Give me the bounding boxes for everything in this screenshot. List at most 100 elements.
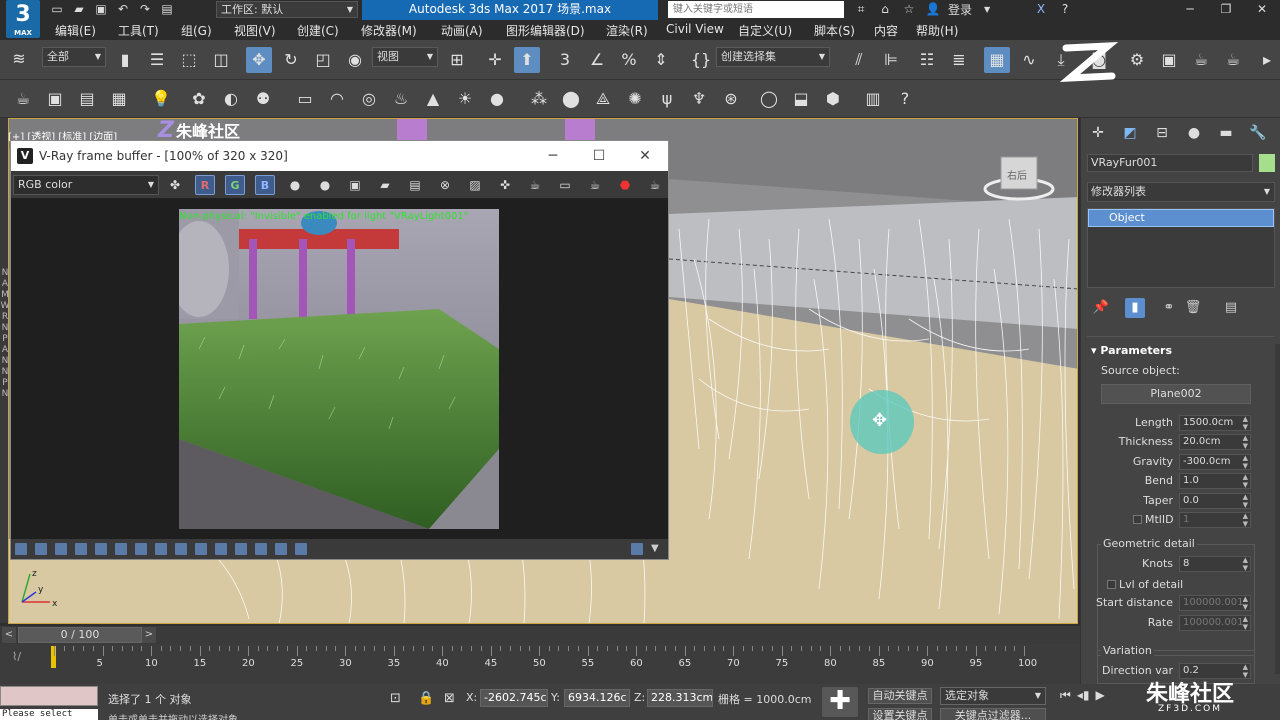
- green-channel-button[interactable]: G: [225, 175, 245, 195]
- maxscript-output[interactable]: Please select: [0, 709, 98, 720]
- stamp-icon[interactable]: [295, 543, 307, 555]
- key-mode-dropdown[interactable]: 选定对象 ▼: [940, 687, 1046, 705]
- vray-material-sphere-icon[interactable]: ◯: [756, 86, 782, 112]
- vfb-title-bar[interactable]: V V-Ray frame buffer - [100% of 320 x 32…: [11, 141, 668, 171]
- named-selection-set-dropdown[interactable]: 创建选择集 ▼: [716, 47, 830, 67]
- window-crossing-icon[interactable]: ◫: [208, 47, 234, 73]
- project-folder-icon[interactable]: ▤: [158, 1, 176, 18]
- ocio-icon[interactable]: [195, 543, 207, 555]
- menu-item-civil-view[interactable]: Civil View: [666, 22, 724, 36]
- curve-editor-icon[interactable]: ∿: [1016, 47, 1042, 73]
- menu-item-content[interactable]: 内容: [874, 22, 898, 39]
- configure-modifier-sets-icon[interactable]: ▤: [1221, 298, 1241, 318]
- chevron-down-icon[interactable]: ▼: [978, 1, 996, 18]
- play-icon[interactable]: ▶: [1095, 688, 1104, 703]
- region-render-icon[interactable]: ☕: [525, 175, 545, 195]
- vray-render-icon[interactable]: ☕: [10, 86, 36, 112]
- maxscript-listener[interactable]: [0, 686, 98, 706]
- vray-ies-light-icon[interactable]: ♨: [388, 86, 414, 112]
- vray-dome-light-icon[interactable]: ◠: [324, 86, 350, 112]
- pivot-center-icon[interactable]: ⊞: [444, 47, 470, 73]
- prev-frame-icon[interactable]: <: [2, 627, 16, 643]
- rectangular-selection-icon[interactable]: ⬚: [176, 47, 202, 73]
- gravity-spinner[interactable]: -300.0cm ▲ ▼: [1179, 454, 1251, 470]
- vray-displacement-icon[interactable]: ⊛: [718, 86, 744, 112]
- length-spinner[interactable]: 1500.0cm ▲ ▼: [1179, 415, 1251, 431]
- subscription-icon[interactable]: ⌂: [876, 1, 894, 18]
- time-slider-thumb[interactable]: 0 / 100: [18, 627, 142, 643]
- x-coord-field[interactable]: -2602.745c: [480, 689, 548, 707]
- search-input[interactable]: 键入关键字或短语: [668, 1, 844, 18]
- vray-hair-farm-icon[interactable]: ♆: [686, 86, 712, 112]
- y-coord-field[interactable]: 6934.126c: [564, 689, 630, 707]
- menu-item-animation[interactable]: 动画(A): [441, 22, 483, 39]
- lens-effects-icon[interactable]: [215, 543, 227, 555]
- vray-clipper-icon[interactable]: ⟁: [590, 86, 616, 112]
- h-icon[interactable]: [255, 543, 267, 555]
- vray-bitmap-converter-icon[interactable]: ▥: [860, 86, 886, 112]
- toolbar-more-icon[interactable]: ▸: [1254, 47, 1280, 73]
- minimize-icon[interactable]: ─: [530, 141, 576, 171]
- mirror-icon[interactable]: ⫽: [846, 47, 872, 73]
- monochrome-icon[interactable]: ●: [315, 175, 335, 195]
- new-file-icon[interactable]: ▭: [48, 1, 66, 18]
- spinner-snap-icon[interactable]: ⇕: [648, 47, 674, 73]
- knots-spinner[interactable]: 8 ▲ ▼: [1179, 556, 1251, 572]
- pin-stack-icon[interactable]: 📌: [1091, 298, 1111, 318]
- binoculars-icon[interactable]: ⌗: [852, 1, 870, 18]
- vray-sphere-fade-icon[interactable]: ⬤: [558, 86, 584, 112]
- undo-icon[interactable]: ↶: [114, 1, 132, 18]
- exposure-icon[interactable]: [75, 543, 87, 555]
- vray-plane-light-icon[interactable]: ▭: [292, 86, 318, 112]
- menu-item-create[interactable]: 创建(C): [297, 22, 339, 39]
- menu-item-scripting[interactable]: 脚本(S): [814, 22, 855, 39]
- auto-key-button[interactable]: 自动关键点: [868, 688, 932, 704]
- select-and-rotate-icon[interactable]: ↻: [278, 47, 304, 73]
- make-unique-icon[interactable]: ⚭: [1159, 298, 1179, 318]
- select-by-name-icon[interactable]: ☰: [144, 47, 170, 73]
- maximize-icon[interactable]: ☐: [576, 141, 622, 171]
- close-icon[interactable]: ✕: [622, 141, 668, 171]
- remove-modifier-icon[interactable]: 🗑: [1183, 298, 1203, 318]
- start-distance-spinner[interactable]: 100000.001 ▲ ▼: [1179, 595, 1251, 611]
- white-balance-icon[interactable]: [95, 543, 107, 555]
- vray-sun-icon[interactable]: ☀: [452, 86, 478, 112]
- save-image-icon[interactable]: ▣: [345, 175, 365, 195]
- object-name-field[interactable]: VRayFur001: [1087, 154, 1253, 172]
- parameters-rollout-header[interactable]: ▾ Parameters: [1087, 344, 1269, 357]
- render-canvas[interactable]: Non-physical: "Invisible" enabled for li…: [11, 199, 668, 539]
- expand-panel-icon[interactable]: [631, 543, 643, 555]
- display-colors-icon[interactable]: [35, 543, 47, 555]
- tab-modify[interactable]: ◩: [1119, 122, 1141, 144]
- menu-item-views[interactable]: 视图(V): [234, 22, 276, 39]
- scene-explorer-icon[interactable]: ☷: [914, 47, 940, 73]
- menu-item-customize[interactable]: 自定义(U): [738, 22, 792, 39]
- rendered-frame-window-icon[interactable]: ▣: [1156, 47, 1182, 73]
- vray-help-icon[interactable]: ?: [892, 86, 918, 112]
- mtlid-checkbox[interactable]: [1133, 515, 1142, 524]
- render-icon[interactable]: ☕: [645, 175, 665, 195]
- vray-mesh-export-icon[interactable]: ⁂: [526, 86, 552, 112]
- isolate-selection-icon[interactable]: ⊡: [390, 691, 401, 706]
- tab-hierarchy[interactable]: ⊟: [1151, 122, 1173, 144]
- exchange-icon[interactable]: X: [1032, 1, 1050, 18]
- menu-item-tools[interactable]: 工具(T): [118, 22, 159, 39]
- vray-volume-grid-icon[interactable]: ✺: [622, 86, 648, 112]
- next-frame-icon[interactable]: >: [142, 627, 156, 643]
- vray-camera-icon[interactable]: ◐: [218, 86, 244, 112]
- red-channel-button[interactable]: R: [195, 175, 215, 195]
- menu-item-help[interactable]: 帮助(H): [916, 22, 958, 39]
- vray-spot-light-icon[interactable]: ▲: [420, 86, 446, 112]
- select-and-scale-icon[interactable]: ◰: [310, 47, 336, 73]
- go-to-start-icon[interactable]: ⏮: [1060, 688, 1071, 703]
- blue-channel-button[interactable]: B: [255, 175, 275, 195]
- close-icon[interactable]: ✕: [1244, 0, 1280, 20]
- open-folder-icon[interactable]: ▰: [70, 1, 88, 18]
- thickness-spinner[interactable]: 20.0cm ▲ ▼: [1179, 434, 1251, 450]
- rate-spinner[interactable]: 100000.001 ▲ ▼: [1179, 615, 1251, 631]
- bend-spinner[interactable]: 1.0 ▲ ▼: [1179, 473, 1251, 489]
- layer-explorer-icon[interactable]: ≣: [946, 47, 972, 73]
- select-and-move-icon[interactable]: ✥: [246, 47, 272, 73]
- favorites-star-icon[interactable]: ☆: [900, 1, 918, 18]
- vray-ambient-light-icon[interactable]: ●: [484, 86, 510, 112]
